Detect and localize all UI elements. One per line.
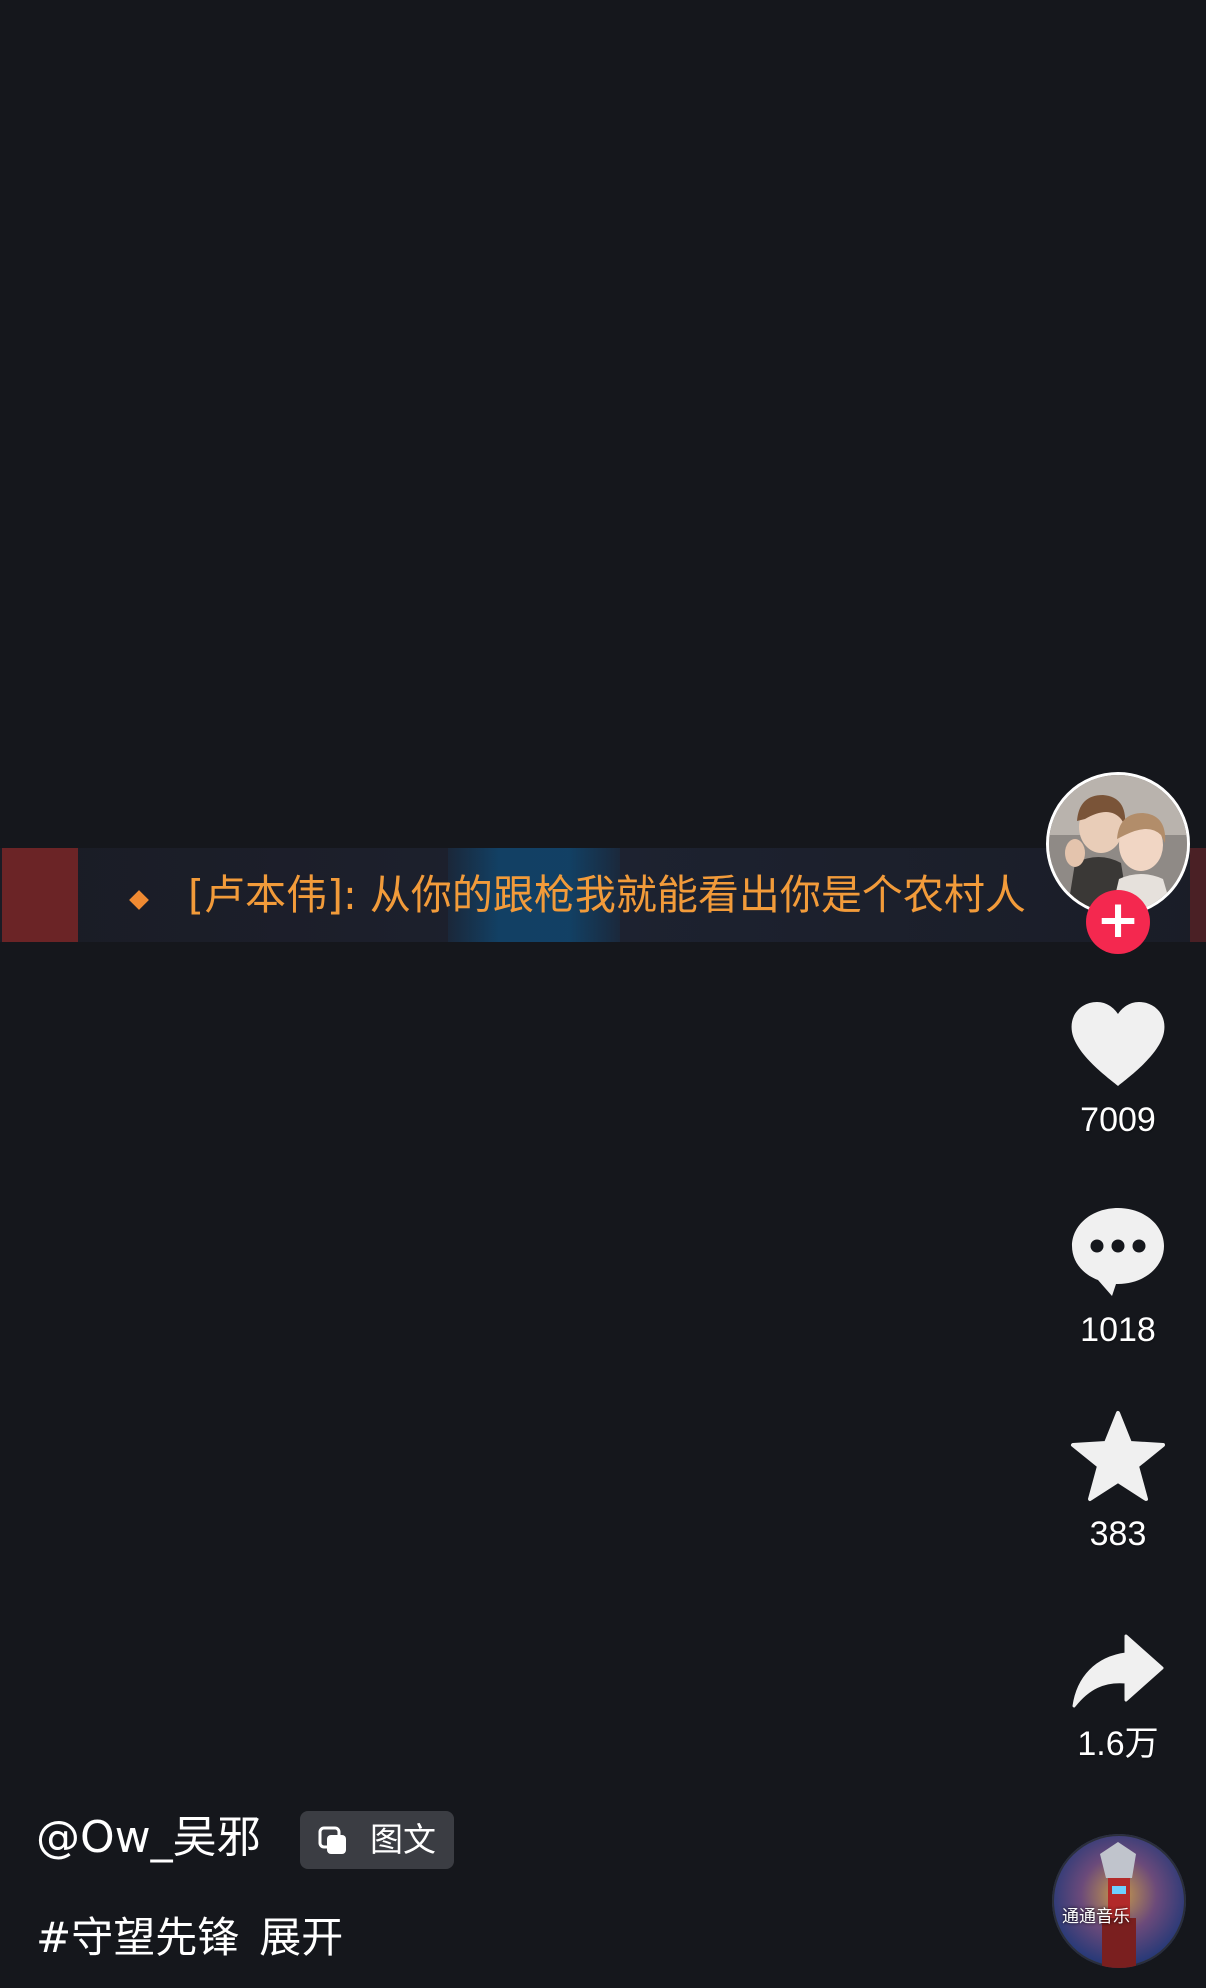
music-cover-icon [1052, 1834, 1186, 1968]
like-button[interactable]: 7009 [1048, 1000, 1188, 1140]
post-type-badge: 图文 [300, 1811, 454, 1869]
share-arrow-icon [1072, 1634, 1164, 1708]
post-type-label: 图文 [370, 1820, 436, 1859]
like-count: 7009 [1080, 1101, 1156, 1139]
star-icon [1071, 1411, 1165, 1501]
favorite-button[interactable]: 383 [1048, 1410, 1188, 1554]
subtitle-text: [卢本伟]: 从你的跟枪我就能看出你是个农村人 [188, 871, 1026, 919]
hashtag-link[interactable]: #守望先锋 [36, 1913, 239, 1962]
follow-button[interactable]: + [1086, 890, 1150, 954]
share-count: 1.6万 [1077, 1725, 1159, 1763]
share-button[interactable]: 1.6万 [1048, 1632, 1188, 1764]
comment-button[interactable]: 1018 [1048, 1206, 1188, 1350]
music-disc-label: 通通音乐 [1062, 1907, 1130, 1927]
images-stack-icon [318, 1826, 346, 1854]
music-disc-button[interactable]: 通通音乐 [1052, 1834, 1186, 1968]
expand-button[interactable]: 展开 [259, 1913, 343, 1962]
favorite-count: 383 [1089, 1515, 1147, 1553]
post-description: #守望先锋 展开 [36, 1910, 343, 1966]
comment-bubble-icon [1072, 1208, 1164, 1296]
strip-left-block [2, 848, 78, 942]
heart-icon [1071, 1002, 1165, 1086]
strip-right-block [1190, 848, 1206, 942]
comment-count: 1018 [1080, 1311, 1156, 1349]
author-name[interactable]: @Ow_吴邪 [36, 1810, 261, 1866]
